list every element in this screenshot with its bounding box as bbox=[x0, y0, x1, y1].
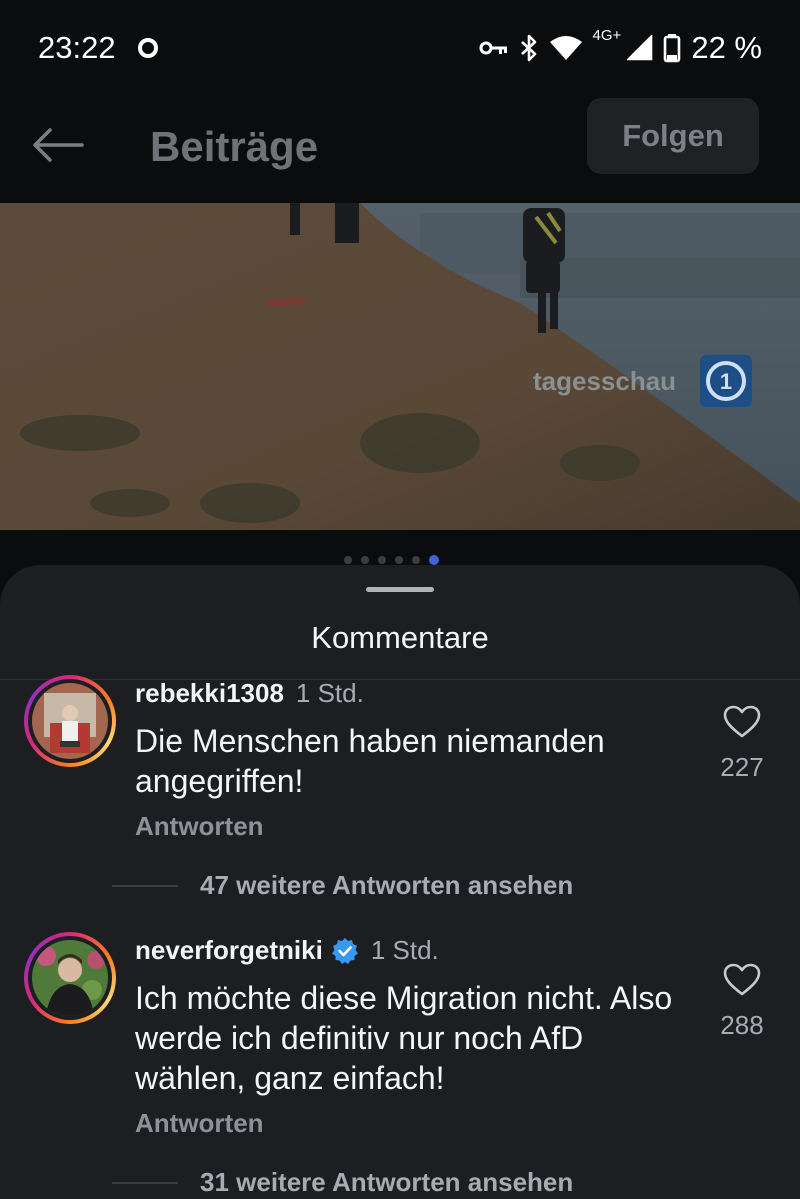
back-arrow-icon[interactable] bbox=[32, 127, 84, 163]
thread-line bbox=[112, 1181, 178, 1184]
carousel-dot bbox=[361, 556, 369, 564]
status-time: 23:22 bbox=[38, 29, 116, 65]
verified-badge-icon bbox=[331, 937, 358, 964]
signal-icon bbox=[627, 34, 653, 60]
comments-sheet: Kommentare rebekki1308 1 Std. Die Mensch… bbox=[0, 565, 800, 1199]
like-count: 227 bbox=[720, 752, 764, 782]
top-app-bar: Beiträge Folgen bbox=[0, 95, 800, 203]
page-title: Beiträge bbox=[150, 123, 319, 170]
battery-icon bbox=[664, 33, 681, 62]
follow-button[interactable]: Folgen bbox=[587, 98, 759, 174]
more-replies-label[interactable]: 31 weitere Antworten ansehen bbox=[200, 1167, 573, 1198]
network-type: 4G+ bbox=[592, 27, 622, 44]
comment-text: Die Menschen haben niemanden angegriffen… bbox=[135, 723, 605, 799]
heart-icon[interactable] bbox=[722, 705, 762, 739]
status-bar: 23:22 4G+ 22 % bbox=[0, 0, 800, 95]
carousel-dot bbox=[395, 556, 403, 564]
comment-time: 1 Std. bbox=[370, 935, 439, 965]
view-more-replies[interactable]: 47 weitere Antworten ansehen bbox=[112, 870, 573, 901]
watermark-label: tagesschau bbox=[533, 366, 677, 396]
carousel-indicator bbox=[344, 555, 439, 565]
carousel-dot bbox=[378, 556, 386, 564]
wifi-icon bbox=[549, 35, 582, 60]
vpn-key-icon bbox=[479, 41, 507, 54]
heart-icon[interactable] bbox=[722, 963, 762, 997]
like-count: 288 bbox=[720, 1010, 764, 1040]
post-photo bbox=[0, 203, 800, 530]
reply-button[interactable]: Antworten bbox=[135, 1108, 264, 1139]
avatar[interactable] bbox=[24, 675, 116, 767]
view-more-replies[interactable]: 31 weitere Antworten ansehen bbox=[112, 1167, 573, 1198]
tagesschau-logo-icon: 1 bbox=[700, 355, 752, 407]
avatar-image bbox=[32, 940, 108, 1016]
comment-text: Ich möchte diese Migration nicht. Also w… bbox=[135, 980, 673, 1096]
username-label[interactable]: rebekki1308 bbox=[135, 678, 284, 709]
drag-handle[interactable] bbox=[366, 587, 434, 592]
carousel-dot bbox=[412, 556, 420, 564]
battery-level: 22 % bbox=[691, 29, 762, 65]
comment-username[interactable]: neverforgetniki 1 Std. bbox=[135, 935, 439, 966]
avatar-image bbox=[32, 683, 108, 759]
carousel-dot bbox=[344, 556, 352, 564]
app-screen: 23:22 4G+ 22 % Beiträge Folgen tagesscha… bbox=[0, 0, 800, 1199]
divider bbox=[0, 679, 800, 680]
sheet-title: Kommentare bbox=[311, 620, 489, 655]
more-replies-label[interactable]: 47 weitere Antworten ansehen bbox=[200, 870, 573, 901]
notification-dot-icon bbox=[137, 37, 158, 58]
thread-line bbox=[112, 884, 178, 887]
bluetooth-icon bbox=[520, 34, 536, 61]
avatar[interactable] bbox=[24, 932, 116, 1024]
comment-username[interactable]: rebekki1308 1 Std. bbox=[135, 678, 364, 709]
username-label[interactable]: neverforgetniki bbox=[135, 935, 323, 966]
reply-button[interactable]: Antworten bbox=[135, 811, 264, 842]
svg-text:1: 1 bbox=[720, 369, 732, 394]
comment-time: 1 Std. bbox=[295, 678, 364, 708]
carousel-dot-active bbox=[429, 555, 439, 565]
post-image[interactable]: tagesschau 1 bbox=[0, 203, 800, 530]
